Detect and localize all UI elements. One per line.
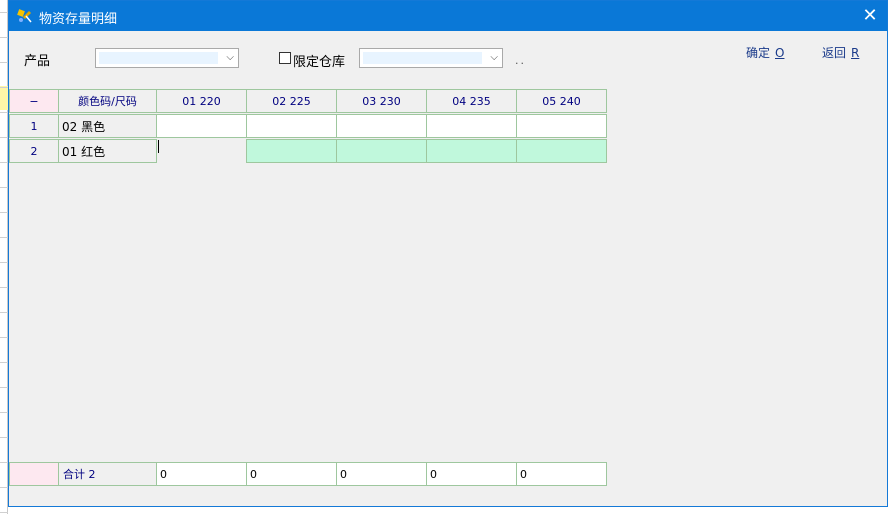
back-button[interactable]: 返回 R	[822, 44, 859, 61]
warehouse-select[interactable]: ⌵	[359, 48, 503, 68]
background-window-edge	[0, 0, 8, 514]
background-highlight	[0, 86, 8, 110]
back-button-label: 返回	[822, 46, 847, 60]
warehouse-select-value	[363, 52, 482, 64]
background-row-line	[0, 262, 8, 263]
ok-button[interactable]: 确定 O	[746, 44, 784, 61]
totals-label: 合计 2	[58, 462, 157, 486]
column-header[interactable]: 04 235	[426, 89, 517, 113]
background-row-line	[0, 162, 8, 163]
grid-cell[interactable]	[246, 139, 337, 163]
row-index[interactable]: 1	[9, 114, 59, 138]
total-value: 0	[156, 462, 247, 486]
warehouse-checkbox[interactable]	[279, 52, 291, 64]
column-header[interactable]: 03 230	[336, 89, 427, 113]
chevron-down-icon: ⌵	[490, 52, 498, 63]
background-row-line	[0, 137, 8, 138]
background-row-line	[0, 362, 8, 363]
column-header[interactable]: 02 225	[246, 89, 337, 113]
grid-cell[interactable]	[426, 139, 517, 163]
background-row-line	[0, 412, 8, 413]
grid-cell[interactable]	[246, 114, 337, 138]
total-value: 0	[336, 462, 427, 486]
background-row-line	[0, 487, 8, 488]
background-row-line	[0, 112, 8, 113]
app-icon	[17, 9, 32, 23]
background-row-line	[0, 512, 8, 513]
grid-cell[interactable]	[516, 139, 607, 163]
window-title: 物资存量明细	[39, 12, 118, 27]
total-value: 0	[426, 462, 517, 486]
background-row-line	[0, 387, 8, 388]
stock-detail-dialog: 物资存量明细 ✕ 产品 ⌵ 限定仓库 ⌵ .. 确定 O 返回 R − 颜色码/尺码…	[8, 0, 888, 507]
product-select[interactable]: ⌵	[95, 48, 239, 68]
row-label: 02 黑色	[58, 114, 157, 138]
total-value: 0	[246, 462, 337, 486]
row-header-title: 颜色码/尺码	[58, 89, 157, 113]
background-row-line	[0, 37, 8, 38]
title-bar: 物资存量明细 ✕	[9, 1, 887, 31]
warehouse-checkbox-label: 限定仓库	[293, 55, 346, 70]
background-row-line	[0, 337, 8, 338]
product-select-value	[99, 52, 218, 64]
background-row-line	[0, 462, 8, 463]
product-label: 产品	[24, 54, 51, 69]
grid-cell[interactable]	[336, 139, 427, 163]
background-row-line	[0, 87, 8, 88]
background-row-line	[0, 312, 8, 313]
background-row-line	[0, 187, 8, 188]
close-icon[interactable]: ✕	[853, 1, 887, 31]
row-index[interactable]: 2	[9, 139, 59, 163]
column-header[interactable]: 05 240	[516, 89, 607, 113]
ok-shortcut-key: O	[775, 46, 785, 60]
background-row-line	[0, 212, 8, 213]
chevron-down-icon: ⌵	[226, 52, 234, 63]
grid-cell[interactable]	[336, 114, 427, 138]
background-row-line	[0, 287, 8, 288]
background-row-line	[0, 437, 8, 438]
background-row-line	[0, 237, 8, 238]
row-label: 01 红色	[58, 139, 157, 163]
grid-cell[interactable]	[426, 114, 517, 138]
totals-corner	[9, 462, 59, 486]
grid-corner[interactable]: −	[9, 89, 59, 113]
background-row-line	[0, 62, 8, 63]
back-shortcut-key: R	[851, 46, 860, 60]
total-value: 0	[516, 462, 607, 486]
background-row-line	[0, 12, 8, 13]
grid-cell[interactable]	[516, 114, 607, 138]
ok-button-label: 确定	[746, 46, 771, 60]
grid-cell[interactable]	[156, 114, 247, 138]
more-dots[interactable]: ..	[515, 54, 526, 67]
column-header[interactable]: 01 220	[156, 89, 247, 113]
text-cursor	[158, 140, 159, 153]
